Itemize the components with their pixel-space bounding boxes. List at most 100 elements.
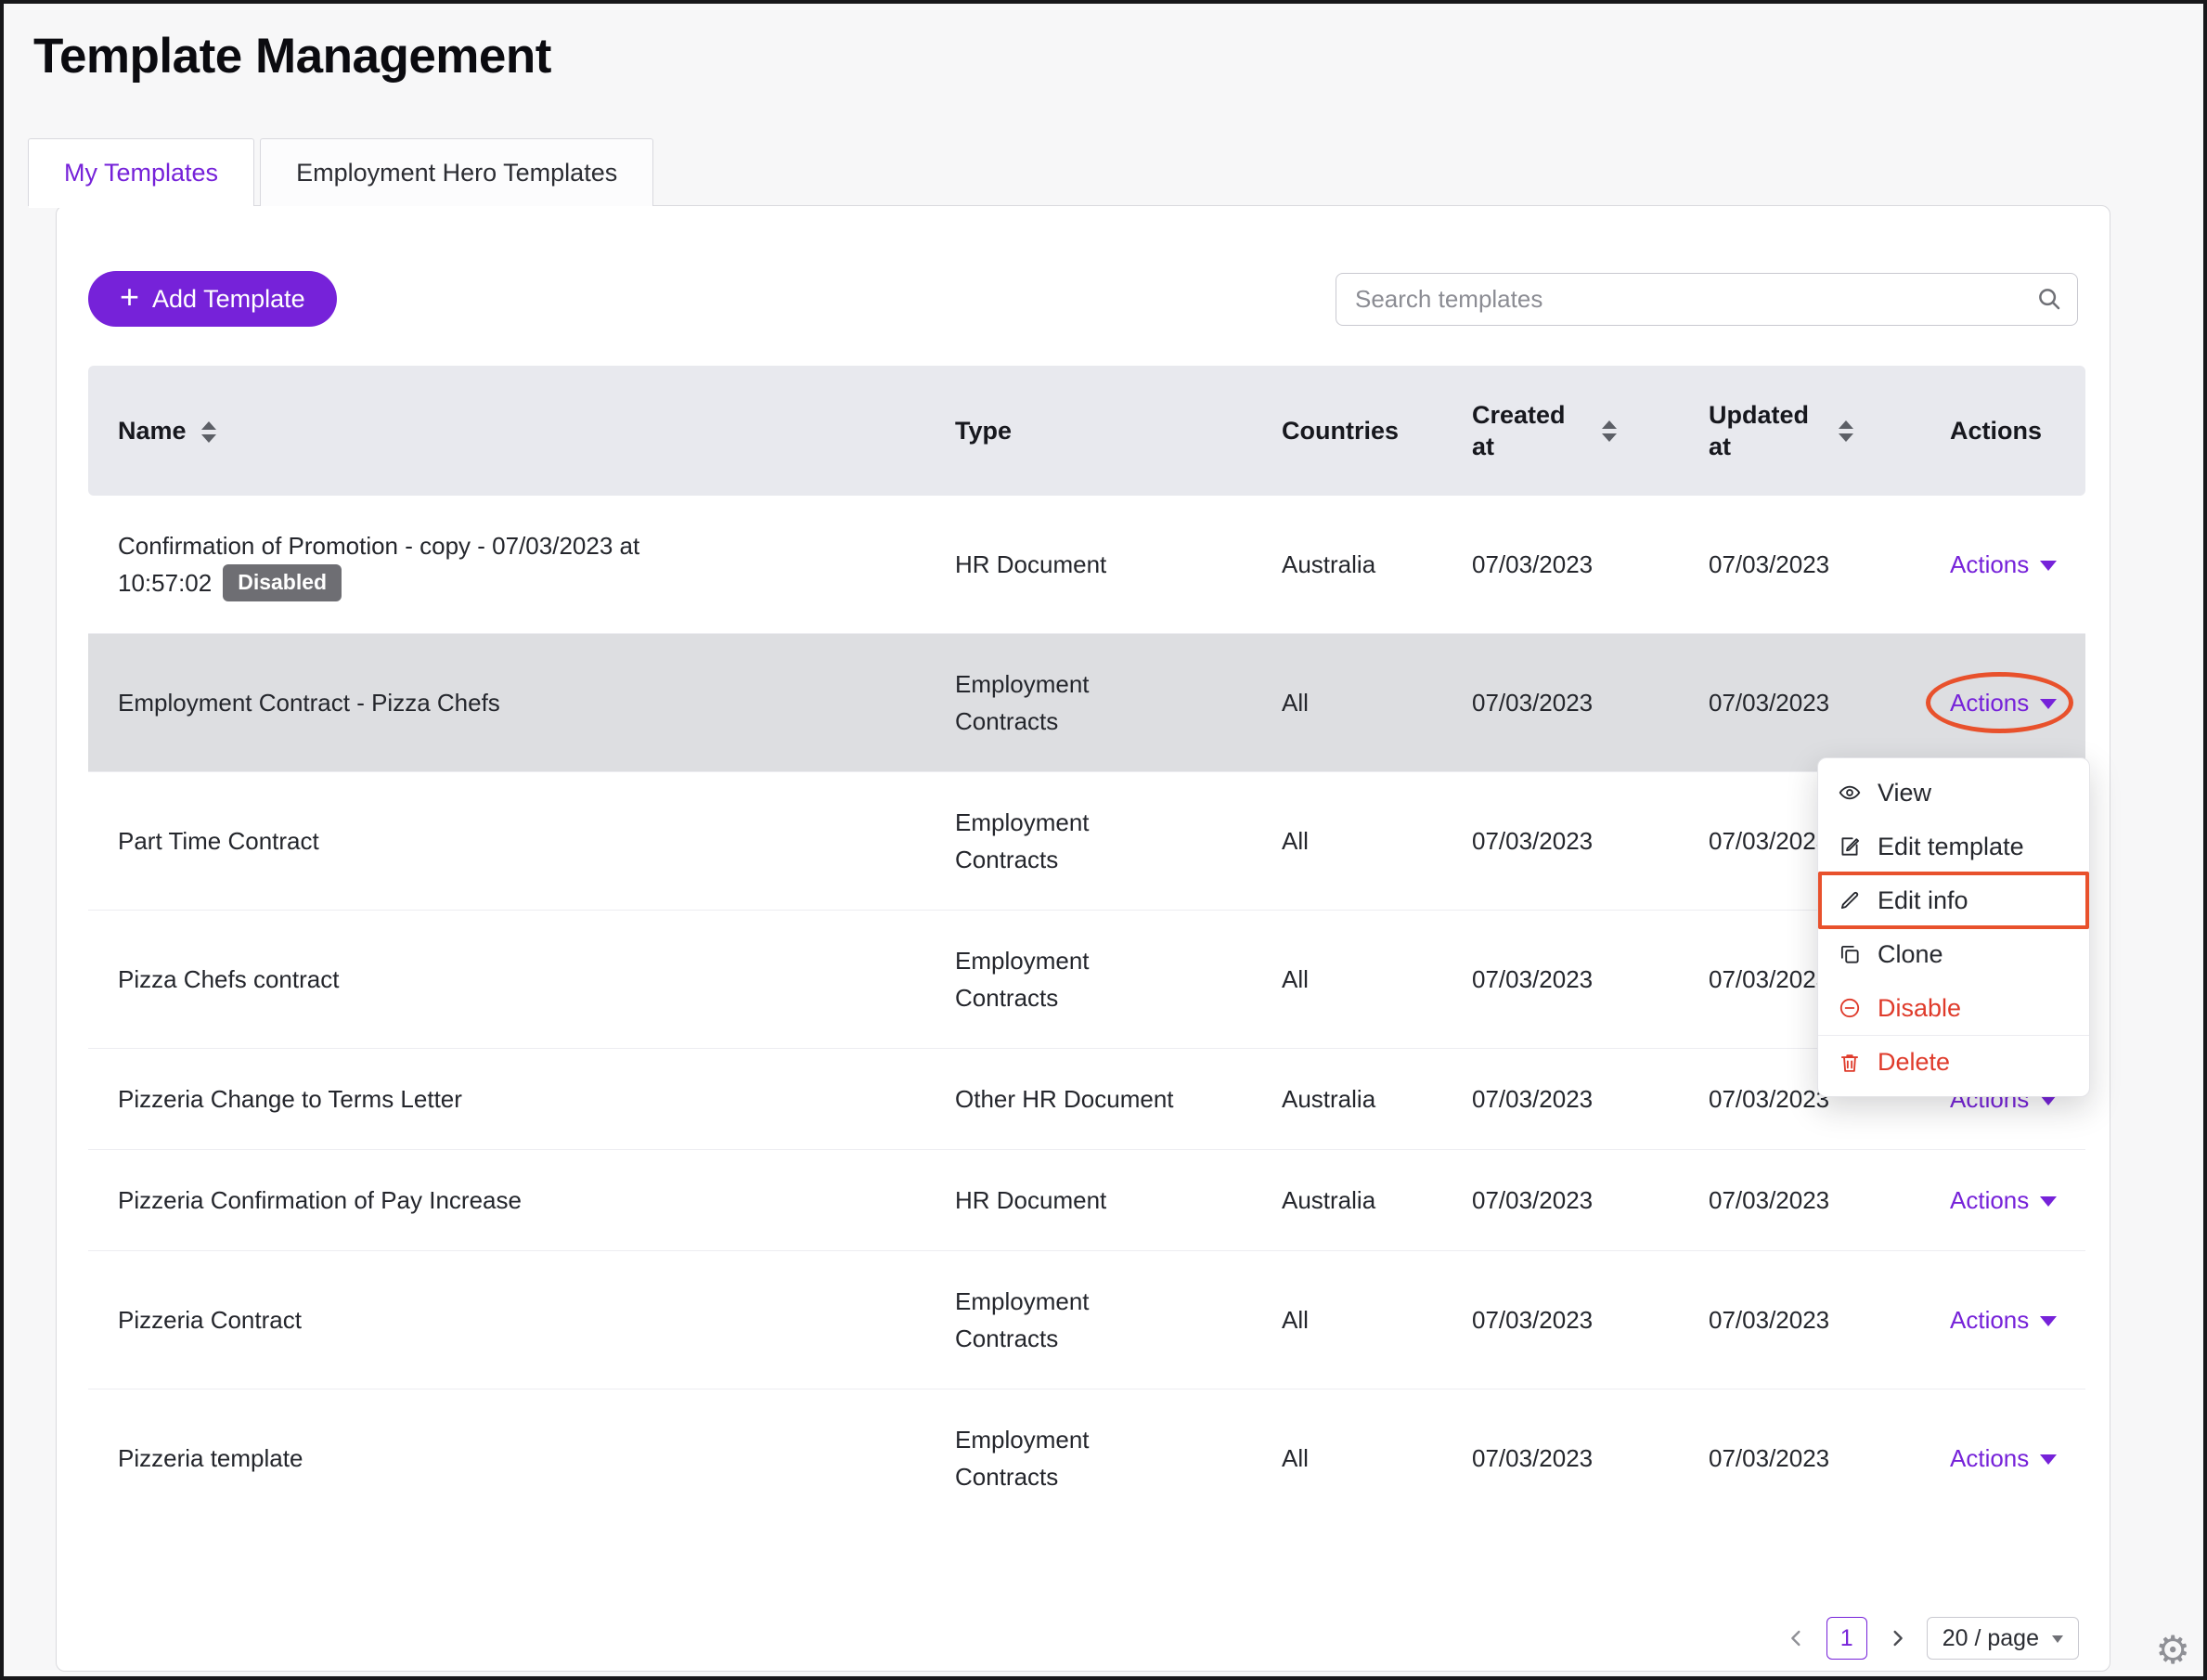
- menu-item-edit-info[interactable]: Edit info: [1818, 872, 2089, 929]
- template-created-at: 07/03/2023: [1440, 496, 1677, 634]
- template-created-at: 07/03/2023: [1440, 1250, 1677, 1389]
- row-actions-button[interactable]: Actions: [1950, 1182, 2058, 1219]
- chevron-down-icon: [2040, 561, 2058, 571]
- template-created-at: 07/03/2023: [1472, 1444, 1594, 1472]
- table-row[interactable]: Pizza Chefs contract Employment Contract…: [88, 910, 2085, 1049]
- actions-dropdown-menu: View Edit template Edit info Clone Disab…: [1817, 757, 2090, 1097]
- menu-item-label: Edit info: [1878, 885, 1968, 914]
- menu-item-label: Clone: [1878, 939, 1943, 968]
- toolbar: + Add Template: [88, 271, 2078, 327]
- menu-item-delete[interactable]: Delete: [1818, 1035, 2089, 1089]
- template-countries: All: [1282, 1444, 1309, 1472]
- add-template-button[interactable]: + Add Template: [88, 271, 337, 327]
- templates-card: + Add Template Name: [56, 205, 2110, 1672]
- column-header-updated-at: Updated at: [1677, 366, 1918, 496]
- edit-template-icon: [1837, 834, 1863, 859]
- row-actions-button[interactable]: Actions: [1950, 1440, 2058, 1477]
- template-type: Other HR Document: [955, 1085, 1174, 1113]
- eye-icon: [1837, 781, 1863, 805]
- column-header-actions: Actions: [1918, 366, 2085, 496]
- disabled-badge: Disabled: [223, 564, 342, 601]
- template-type: Employment Contracts: [955, 808, 1090, 873]
- template-countries: All: [1250, 771, 1440, 911]
- template-countries: Australia: [1250, 496, 1440, 634]
- menu-item-label: View: [1878, 778, 1932, 807]
- table-row[interactable]: Pizzeria Change to Terms Letter Other HR…: [88, 1048, 2085, 1150]
- chevron-left-icon[interactable]: [1784, 1625, 1810, 1651]
- template-name: Employment Contract - Pizza Chefs: [118, 689, 500, 717]
- search-input[interactable]: [1336, 272, 2078, 326]
- search-box: [1336, 272, 2078, 326]
- template-name: Pizzeria Contract: [118, 1306, 302, 1334]
- column-label: Updated at: [1709, 401, 1809, 460]
- table-row[interactable]: Employment Contract - Pizza Chefs Employ…: [88, 633, 2085, 772]
- table-row[interactable]: Pizzeria Confirmation of Pay Increase HR…: [88, 1149, 2085, 1251]
- table-row[interactable]: Pizzeria template Employment Contracts A…: [88, 1389, 2085, 1528]
- template-type: Employment Contracts: [955, 670, 1090, 735]
- minus-circle-icon: [1837, 996, 1863, 1020]
- sort-icon[interactable]: [1839, 420, 1853, 442]
- template-updated-at: 07/03/2023: [1709, 1444, 1830, 1472]
- pencil-icon: [1837, 888, 1863, 912]
- chevron-right-icon[interactable]: [1884, 1625, 1910, 1651]
- sort-icon[interactable]: [1602, 420, 1617, 442]
- chevron-down-icon: [2040, 1196, 2058, 1207]
- template-created-at: 07/03/2023: [1440, 910, 1677, 1049]
- template-updated-at: 07/03/2023: [1677, 633, 1918, 772]
- tab-employment-hero-templates[interactable]: Employment Hero Templates: [260, 138, 654, 206]
- plus-icon: +: [120, 278, 140, 316]
- menu-item-label: Delete: [1878, 1048, 1951, 1076]
- table-row[interactable]: Part Time Contract Employment Contracts …: [88, 771, 2085, 911]
- chevron-down-icon: [2052, 1635, 2063, 1643]
- row-actions-button[interactable]: Actions: [1950, 684, 2058, 721]
- template-name: Pizzeria Change to Terms Letter: [118, 1085, 462, 1113]
- column-header-created-at: Created at: [1440, 366, 1677, 496]
- template-updated-at: 07/03/2023: [1677, 1149, 1918, 1251]
- template-type: Employment Contracts: [955, 947, 1090, 1012]
- sort-icon[interactable]: [200, 420, 216, 443]
- template-name: Confirmation of Promotion - copy - 07/03…: [118, 532, 640, 597]
- template-countries: All: [1250, 1250, 1440, 1389]
- template-countries: Australia: [1250, 1048, 1440, 1150]
- template-name: Part Time Contract: [118, 827, 319, 855]
- tab-my-templates[interactable]: My Templates: [28, 138, 255, 208]
- tabs: My Templates Employment Hero Templates: [28, 138, 2203, 208]
- template-name: Pizzeria Confirmation of Pay Increase: [118, 1186, 522, 1214]
- menu-item-label: Disable: [1878, 993, 1962, 1022]
- page-size-select[interactable]: 20 / page: [1926, 1617, 2079, 1660]
- page-size-label: 20 / page: [1942, 1624, 2039, 1651]
- column-header-name: Name: [88, 366, 923, 496]
- column-label: Type: [955, 416, 1013, 445]
- actions-label: Actions: [1950, 1186, 2030, 1214]
- pagination: 1 20 / page: [1784, 1617, 2079, 1660]
- template-updated-at: 07/03/2023: [1677, 496, 1918, 634]
- page-number-button[interactable]: 1: [1826, 1617, 1867, 1660]
- table-header-row: Name Type Countries Created at Updated a…: [88, 366, 2085, 496]
- column-label: Created at: [1472, 401, 1566, 460]
- chevron-down-icon: [2040, 699, 2058, 709]
- column-label: Name: [118, 416, 187, 445]
- table-row[interactable]: Confirmation of Promotion - copy - 07/03…: [88, 496, 2085, 634]
- row-actions-button[interactable]: Actions: [1950, 1301, 2058, 1338]
- template-countries: All: [1250, 633, 1440, 772]
- menu-item-view[interactable]: View: [1818, 766, 2089, 820]
- chevron-down-icon: [2040, 1454, 2058, 1465]
- template-type: HR Document: [955, 550, 1107, 578]
- tab-label: My Templates: [64, 158, 219, 187]
- column-header-countries: Countries: [1250, 366, 1440, 496]
- template-type: Employment Contracts: [955, 1287, 1090, 1352]
- templates-table: Name Type Countries Created at Updated a…: [88, 366, 2085, 1527]
- template-created-at: 07/03/2023: [1440, 771, 1677, 911]
- template-type: Employment Contracts: [955, 1426, 1090, 1491]
- row-actions-button[interactable]: Actions: [1950, 546, 2058, 583]
- actions-label: Actions: [1950, 550, 2030, 578]
- menu-item-edit-template[interactable]: Edit template: [1818, 820, 2089, 873]
- column-label: Countries: [1282, 416, 1400, 445]
- table-row[interactable]: Pizzeria Contract Employment Contracts A…: [88, 1250, 2085, 1389]
- template-management-page: Template Management My Templates Employm…: [4, 28, 2203, 1673]
- page-title: Template Management: [33, 29, 551, 84]
- template-name: Pizzeria template: [118, 1444, 303, 1472]
- settings-gear-icon[interactable]: ⚙: [2155, 1627, 2190, 1673]
- menu-item-disable[interactable]: Disable: [1818, 981, 2089, 1035]
- menu-item-clone[interactable]: Clone: [1818, 927, 2089, 981]
